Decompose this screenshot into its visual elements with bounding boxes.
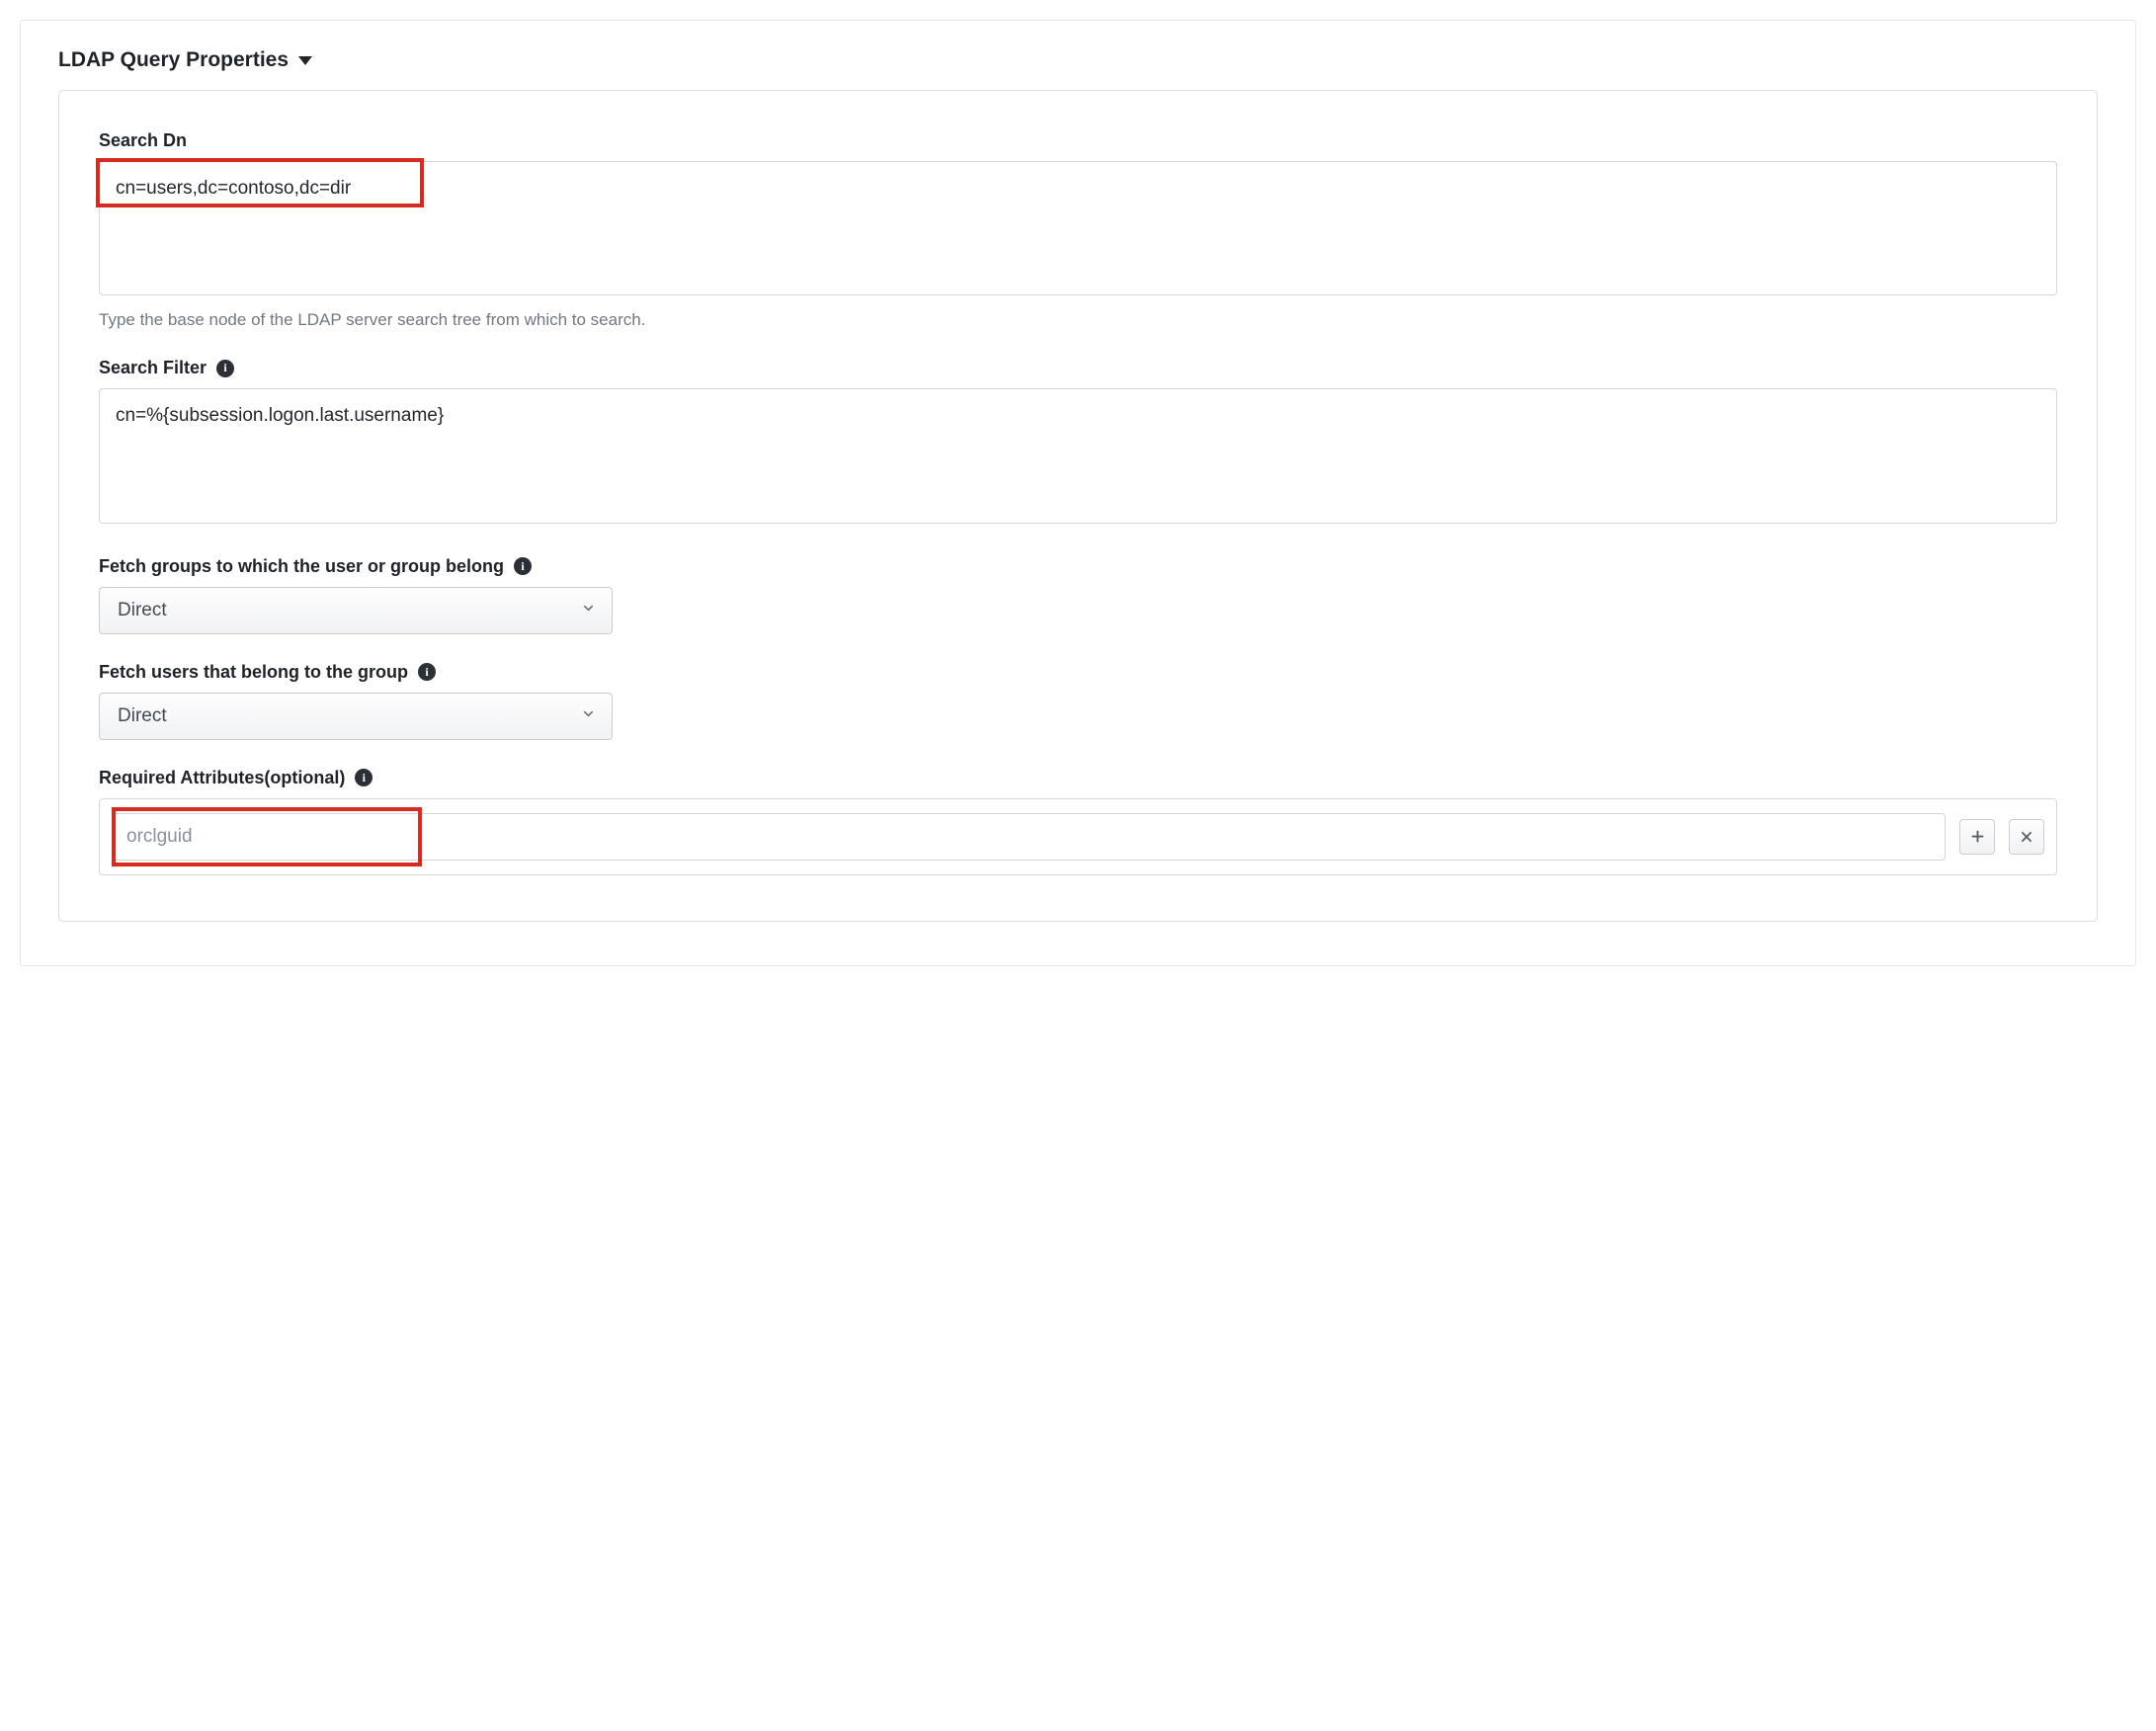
search-dn-help: Type the base node of the LDAP server se… <box>99 310 2057 330</box>
chevron-down-icon <box>581 600 596 621</box>
select-value: Direct <box>118 705 167 727</box>
caret-down-icon <box>298 56 312 65</box>
chevron-down-icon <box>581 705 596 727</box>
field-fetch-groups: Fetch groups to which the user or group … <box>99 556 2057 634</box>
fetch-groups-select[interactable]: Direct <box>99 587 613 634</box>
info-icon[interactable]: i <box>418 663 436 681</box>
info-icon[interactable]: i <box>514 557 532 575</box>
label-text: Search Filter <box>99 358 207 378</box>
fetch-users-select[interactable]: Direct <box>99 693 613 740</box>
label-required-attrs: Required Attributes(optional) i <box>99 768 2057 788</box>
label-search-dn: Search Dn <box>99 130 2057 151</box>
label-fetch-groups: Fetch groups to which the user or group … <box>99 556 2057 577</box>
label-text: Fetch groups to which the user or group … <box>99 556 504 577</box>
properties-panel: Search Dn Type the base node of the LDAP… <box>58 90 2098 922</box>
close-icon <box>2020 830 2033 844</box>
label-text: Fetch users that belong to the group <box>99 662 408 683</box>
required-attr-wrap <box>112 813 1946 861</box>
add-button[interactable] <box>1959 819 1995 855</box>
plus-icon <box>1970 829 1985 844</box>
required-attr-input[interactable] <box>112 813 1946 861</box>
label-fetch-users: Fetch users that belong to the group i <box>99 662 2057 683</box>
page-container: LDAP Query Properties Search Dn Type the… <box>20 20 2136 966</box>
field-fetch-users: Fetch users that belong to the group i D… <box>99 662 2057 740</box>
required-attrs-row <box>99 798 2057 875</box>
info-icon[interactable]: i <box>355 769 373 786</box>
label-search-filter: Search Filter i <box>99 358 2057 378</box>
info-icon[interactable]: i <box>216 360 234 377</box>
field-required-attrs: Required Attributes(optional) i <box>99 768 2057 875</box>
select-value: Direct <box>118 600 167 621</box>
section-title: LDAP Query Properties <box>58 48 289 72</box>
search-dn-wrap <box>99 161 2057 300</box>
field-search-dn: Search Dn Type the base node of the LDAP… <box>99 130 2057 330</box>
search-dn-input[interactable] <box>99 161 2057 295</box>
label-text: Required Attributes(optional) <box>99 768 345 788</box>
section-toggle[interactable]: LDAP Query Properties <box>58 48 2098 72</box>
field-search-filter: Search Filter i <box>99 358 2057 528</box>
remove-button[interactable] <box>2009 819 2044 855</box>
search-filter-input[interactable] <box>99 388 2057 523</box>
label-text: Search Dn <box>99 130 187 151</box>
